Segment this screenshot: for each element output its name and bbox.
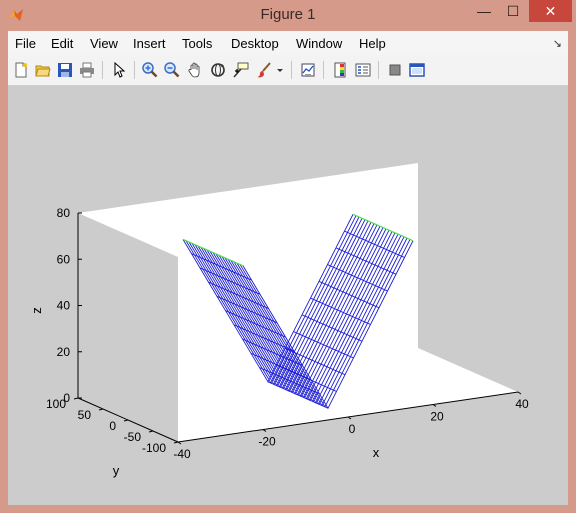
y-tick-mark xyxy=(98,408,104,411)
menu-edit[interactable]: Edit xyxy=(51,36,73,51)
menu-window[interactable]: Window xyxy=(296,36,342,51)
open-folder-icon[interactable] xyxy=(33,60,53,80)
link-plot-icon[interactable] xyxy=(298,60,318,80)
z-axis-label: z xyxy=(29,307,44,314)
toolbar-separator xyxy=(323,61,324,79)
insert-colorbar-icon[interactable] xyxy=(330,60,350,80)
y-axis-label: y xyxy=(113,463,120,478)
x-tick-label: -40 xyxy=(173,447,191,461)
new-figure-icon[interactable] xyxy=(11,60,31,80)
brush-icon[interactable] xyxy=(254,60,274,80)
figure-toolbar xyxy=(8,55,568,86)
z-tick-label: 60 xyxy=(57,252,71,266)
close-button[interactable]: ✕ xyxy=(529,0,572,22)
y-tick-label: -100 xyxy=(142,441,166,455)
x-tick-mark xyxy=(347,416,352,420)
x-tick-label: -20 xyxy=(258,435,276,449)
figure-window: Figure 1 — ☐ ✕ File Edit View Insert Too… xyxy=(0,0,576,513)
axes-box xyxy=(78,163,518,442)
minimize-button[interactable]: — xyxy=(470,0,498,22)
toolbar-separator xyxy=(378,61,379,79)
y-tick-mark xyxy=(123,419,129,422)
y-tick-label: 50 xyxy=(78,408,92,422)
pan-hand-icon[interactable] xyxy=(185,60,205,80)
hide-plot-tools-icon[interactable] xyxy=(385,60,405,80)
z-tick-label: 80 xyxy=(57,206,71,220)
menu-insert[interactable]: Insert xyxy=(133,36,166,51)
title-bar[interactable]: Figure 1 — ☐ ✕ xyxy=(0,0,576,31)
x-tick-mark xyxy=(262,429,267,432)
zoom-in-icon[interactable] xyxy=(140,60,160,80)
insert-legend-icon[interactable] xyxy=(353,60,373,80)
x-tick-mark xyxy=(432,404,437,407)
rotate-3d-icon[interactable] xyxy=(208,60,228,80)
toolbar-separator xyxy=(102,61,103,79)
menu-help[interactable]: Help xyxy=(359,36,386,51)
menu-bar: File Edit View Insert Tools Desktop Wind… xyxy=(8,31,568,55)
x-tick-mark xyxy=(517,391,522,395)
figure-client: File Edit View Insert Tools Desktop Wind… xyxy=(8,31,568,505)
show-plot-tools-icon[interactable] xyxy=(407,60,427,80)
menu-file[interactable]: File xyxy=(15,36,36,51)
menu-view[interactable]: View xyxy=(90,36,118,51)
y-tick-mark xyxy=(173,441,179,444)
axes-background xyxy=(78,163,518,442)
x-tick-label: 40 xyxy=(515,397,529,411)
toolbar-separator xyxy=(134,61,135,79)
plot-area[interactable]: -40 -20 0 20 40 -100 -50 0 50 100 0 20 40 60 80 x y z xyxy=(8,86,568,505)
mesh-plot[interactable]: -40-2002040-100-50050100020406080 x y z xyxy=(8,86,568,505)
select-arrow-icon[interactable] xyxy=(109,60,129,80)
menu-dock-arrow-icon[interactable]: ↘ xyxy=(553,37,562,50)
z-tick-label: 40 xyxy=(57,299,71,313)
toolbar-separator xyxy=(291,61,292,79)
x-axis-label: x xyxy=(373,445,380,460)
menu-tools[interactable]: Tools xyxy=(182,36,212,51)
brush-dropdown-icon[interactable] xyxy=(274,60,286,80)
print-icon[interactable] xyxy=(77,60,97,80)
x-tick-label: 20 xyxy=(430,410,444,424)
x-tick-label: 0 xyxy=(349,422,356,436)
zoom-out-icon[interactable] xyxy=(162,60,182,80)
x-tick-mark xyxy=(177,441,182,445)
z-tick-label: 0 xyxy=(63,391,70,405)
y-tick-label: 0 xyxy=(109,419,116,433)
y-tick-label: -50 xyxy=(124,430,142,444)
menu-desktop[interactable]: Desktop xyxy=(231,36,279,51)
z-tick-label: 20 xyxy=(57,345,71,359)
y-tick-mark xyxy=(73,397,79,400)
data-cursor-icon[interactable] xyxy=(231,60,251,80)
save-icon[interactable] xyxy=(55,60,75,80)
y-tick-mark xyxy=(148,430,154,433)
maximize-button[interactable]: ☐ xyxy=(499,0,527,22)
